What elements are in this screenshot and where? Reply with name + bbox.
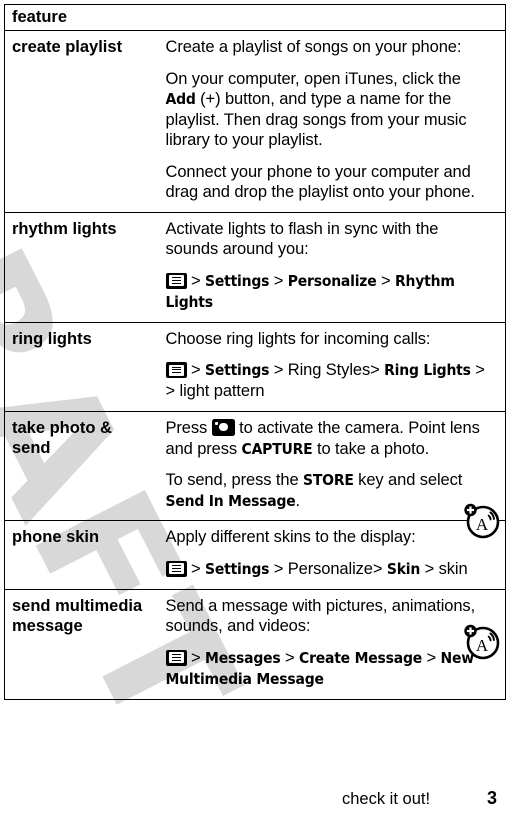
ui-string-messages: Messages	[205, 648, 281, 667]
feature-name-cell: phone skin	[4, 520, 160, 590]
svg-text:A: A	[476, 515, 489, 534]
path-separator: > Personalize>	[269, 559, 387, 578]
svg-text:A: A	[476, 636, 489, 655]
description-paragraph: Send a message with pictures, animations…	[165, 596, 476, 636]
manual-page: feature create playlist Create a playlis…	[0, 0, 508, 815]
table-row: take photo & send Press to activate the …	[4, 411, 506, 521]
table-row: send multimedia message Send a message w…	[4, 589, 506, 700]
feature-name: take photo & send	[12, 419, 112, 457]
paragraph-text: key and select	[353, 471, 463, 489]
paragraph-text: To send, press the	[165, 471, 304, 489]
network-service-icon: A	[461, 620, 503, 662]
paragraph-text: On your computer, open iTunes, click the	[165, 69, 461, 88]
page-footer: check it out! 3	[0, 788, 508, 813]
menu-path: > Settings > Personalize > Rhythm Lights	[165, 271, 494, 313]
menu-path: > Settings > Personalize> Skin > skin	[165, 559, 494, 580]
feature-name: ring lights	[12, 329, 92, 348]
ui-string-send-in-message: Send In Message	[165, 491, 296, 510]
menu-icon	[165, 272, 187, 289]
path-separator: >	[422, 648, 441, 667]
feature-name-cell: take photo & send	[4, 411, 160, 521]
path-separator: >	[186, 271, 206, 290]
feature-description-cell: Send a message with pictures, animations…	[159, 589, 506, 700]
description-paragraph: On your computer, open iTunes, click the…	[166, 69, 494, 151]
description-paragraph: Choose ring lights for incoming calls:	[165, 329, 431, 348]
feature-name: rhythm lights	[12, 219, 117, 238]
menu-icon	[165, 560, 187, 577]
path-separator: > skin	[420, 559, 468, 578]
description-paragraph: Create a playlist of songs on your phone…	[165, 38, 462, 56]
path-separator: >	[186, 559, 206, 578]
feature-name-cell: ring lights	[4, 322, 160, 412]
feature-description-cell: Choose ring lights for incoming calls: >…	[159, 322, 506, 412]
description-paragraph: To send, press the STORE key and select …	[166, 470, 494, 511]
ui-string-settings: Settings	[205, 361, 270, 379]
path-separator: >	[186, 361, 206, 379]
feature-name: phone skin	[12, 528, 100, 546]
ui-string-store: STORE	[303, 471, 354, 489]
path-separator: >	[269, 271, 288, 290]
paragraph-text: (+) button, and type a name for the play…	[165, 90, 467, 149]
feature-name-cell: send multimedia message	[4, 589, 160, 700]
path-separator: >	[186, 648, 206, 667]
paragraph-text: to take a photo.	[312, 439, 430, 458]
description-paragraph: Press to activate the camera. Point lens…	[166, 418, 494, 459]
feature-description-cell: Create a playlist of songs on your phone…	[159, 30, 506, 213]
footer-note: check it out!	[342, 790, 431, 808]
path-separator: >	[280, 648, 300, 667]
feature-table: feature create playlist Create a playlis…	[4, 4, 506, 700]
path-separator: > Ring Styles>	[269, 361, 385, 379]
feature-name-cell: create playlist	[4, 30, 160, 213]
ui-string-ring-lights: Ring Lights	[384, 361, 471, 379]
description-paragraph: Apply different skins to the display:	[165, 528, 416, 546]
ui-string-add: Add	[165, 90, 196, 108]
table-row: ring lights Choose ring lights for incom…	[4, 322, 506, 412]
menu-path: > Settings > Ring Styles> Ring Lights > …	[165, 360, 494, 402]
ui-string-personalize: Personalize	[287, 271, 377, 290]
table-header-row: feature	[4, 4, 506, 31]
network-service-icon: A	[461, 499, 503, 541]
table-header-label: feature	[12, 8, 68, 26]
menu-icon	[165, 362, 187, 378]
feature-name-cell: rhythm lights	[4, 212, 160, 323]
description-paragraph: Connect your phone to your computer and …	[165, 162, 476, 202]
path-separator: >	[376, 271, 395, 290]
feature-name: send multimedia message	[12, 596, 143, 635]
description-paragraph: Activate lights to flash in sync with th…	[165, 219, 439, 259]
ui-string-create-message: Create Message	[299, 648, 422, 667]
table-row: create playlist Create a playlist of son…	[4, 30, 506, 213]
table-row: rhythm lights Activate lights to flash i…	[4, 212, 506, 323]
paragraph-text: .	[295, 491, 301, 510]
ui-string-settings: Settings	[205, 559, 270, 578]
menu-icon	[165, 649, 187, 666]
ui-string-settings: Settings	[205, 271, 270, 290]
camera-icon	[211, 419, 235, 436]
ui-string-skin: Skin	[386, 559, 421, 578]
ui-string-capture: CAPTURE	[241, 439, 313, 458]
feature-description-cell: Apply different skins to the display: > …	[159, 520, 506, 590]
feature-description-cell: Press to activate the camera. Point lens…	[159, 411, 506, 521]
paragraph-text: Press	[165, 419, 212, 437]
feature-name: create playlist	[12, 38, 123, 56]
feature-description-cell: Activate lights to flash in sync with th…	[159, 212, 506, 323]
table-row: phone skin Apply different skins to the …	[4, 520, 506, 590]
page-number: 3	[487, 788, 498, 808]
menu-path: > Messages > Create Message > New Multim…	[165, 648, 494, 690]
